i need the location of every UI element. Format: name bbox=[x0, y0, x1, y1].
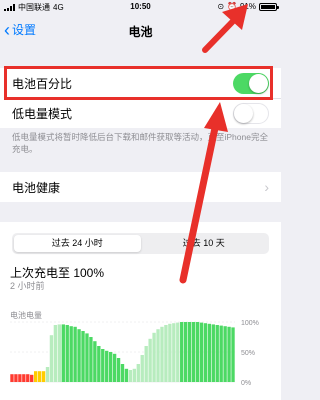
battery-level-bar bbox=[195, 322, 200, 382]
battery-level-bar bbox=[152, 332, 156, 382]
battery-level-bar bbox=[37, 371, 42, 382]
battery-percentage-row: 电池百分比 bbox=[0, 68, 281, 98]
battery-level-bar bbox=[187, 322, 192, 382]
battery-level-bar bbox=[120, 364, 125, 382]
battery-level-bar bbox=[30, 374, 34, 382]
battery-health-label: 电池健康 bbox=[12, 180, 61, 195]
battery-level-bar bbox=[183, 322, 188, 382]
battery-level-bar bbox=[207, 323, 212, 382]
battery-level-bar bbox=[164, 325, 168, 382]
low-power-footnote: 低电量模式将暂时降低后台下载和邮件获取等活动，直至iPhone完全充电。 bbox=[12, 132, 268, 154]
battery-level-bar bbox=[191, 322, 196, 382]
y-tick-label: 100% bbox=[241, 320, 259, 327]
battery-level-bar bbox=[69, 326, 73, 382]
battery-level-bar bbox=[160, 326, 164, 382]
page-title: 电池 bbox=[128, 25, 153, 39]
battery-level-bar bbox=[203, 323, 208, 382]
battery-level-bar bbox=[97, 346, 101, 382]
toggle-knob bbox=[249, 74, 268, 93]
battery-level-bar bbox=[10, 374, 14, 382]
battery-level-bar bbox=[26, 374, 30, 382]
battery-level-bar bbox=[231, 327, 235, 382]
battery-level-bar bbox=[215, 325, 219, 382]
battery-level-bar bbox=[227, 326, 231, 382]
battery-level-bar bbox=[65, 325, 69, 382]
toggle-knob bbox=[234, 104, 253, 123]
battery-level-bar bbox=[132, 368, 137, 382]
battery-level-bar bbox=[18, 374, 22, 382]
battery-level-bar bbox=[49, 335, 54, 382]
battery-level-bar bbox=[128, 370, 133, 382]
battery-level-bar bbox=[93, 341, 97, 382]
battery-level-bar bbox=[140, 355, 144, 382]
chevron-right-icon: › bbox=[264, 179, 269, 195]
battery-level-bar bbox=[108, 352, 113, 382]
battery-level-bar bbox=[219, 325, 223, 382]
battery-level-bar bbox=[172, 323, 176, 382]
tab-last-10-days[interactable]: 过去 10 天 bbox=[141, 235, 268, 252]
battery-level-bar bbox=[105, 350, 109, 382]
battery-level-bar bbox=[81, 331, 85, 382]
battery-level-bar bbox=[116, 358, 121, 382]
battery-level-bar bbox=[85, 333, 89, 382]
battery-level-bar bbox=[33, 371, 38, 382]
battery-level-bar bbox=[112, 353, 117, 382]
battery-fill bbox=[261, 4, 275, 9]
battery-level-bar bbox=[199, 322, 204, 382]
battery-level-bar bbox=[22, 374, 26, 382]
battery-level-bar bbox=[53, 325, 58, 382]
battery-level-bar bbox=[41, 371, 46, 382]
alarm-icon: ⏰ bbox=[227, 2, 237, 11]
battery-level-bar bbox=[14, 374, 18, 382]
battery-level-bar bbox=[156, 329, 160, 382]
battery-percentage-toggle[interactable] bbox=[233, 73, 269, 94]
battery-level-bar bbox=[148, 338, 152, 382]
battery-icon bbox=[259, 2, 279, 11]
battery-health-row[interactable]: 电池健康 › bbox=[0, 172, 281, 202]
last-charge-time: 2 小时前 bbox=[10, 281, 45, 291]
y-tick-label: 50% bbox=[241, 350, 255, 357]
navigation-bar: ‹ 设置 电池 bbox=[0, 16, 281, 44]
tab-last-24-hours[interactable]: 过去 24 小时 bbox=[14, 235, 141, 252]
battery-settings-group: 电池百分比 低电量模式 bbox=[0, 68, 281, 128]
time-range-segmented-control: 过去 24 小时 过去 10 天 bbox=[12, 233, 269, 254]
battery-percent-label: 91% bbox=[239, 2, 256, 11]
battery-level-bar bbox=[124, 368, 129, 382]
low-power-mode-label: 低电量模式 bbox=[12, 106, 73, 121]
battery-level-bar bbox=[45, 367, 50, 382]
lock-rotation-icon: ⊙ bbox=[217, 2, 225, 11]
y-tick-label: 0% bbox=[241, 380, 251, 387]
battery-level-chart: 100% 50% 0% bbox=[10, 320, 259, 387]
battery-level-bar bbox=[180, 322, 184, 382]
low-power-mode-row: 低电量模式 bbox=[0, 98, 281, 128]
battery-percentage-label: 电池百分比 bbox=[12, 76, 73, 91]
battery-level-bar bbox=[57, 324, 62, 382]
battery-level-bar bbox=[223, 326, 227, 382]
battery-level-bar bbox=[77, 329, 81, 382]
battery-health-group: 电池健康 › bbox=[0, 172, 281, 202]
battery-level-bar bbox=[168, 323, 172, 382]
status-bar: 中国联通 4G 10:50 ⊙ ⏰ 91% bbox=[0, 0, 281, 14]
battery-level-bar bbox=[61, 324, 65, 382]
battery-level-bar bbox=[136, 364, 140, 382]
battery-level-bar bbox=[144, 346, 148, 382]
battery-level-bar bbox=[73, 326, 77, 382]
battery-level-bar bbox=[211, 324, 215, 382]
battery-level-bar bbox=[176, 322, 180, 382]
low-power-mode-toggle[interactable] bbox=[233, 103, 269, 124]
battery-level-bar bbox=[101, 349, 105, 382]
battery-level-bar bbox=[89, 337, 93, 382]
